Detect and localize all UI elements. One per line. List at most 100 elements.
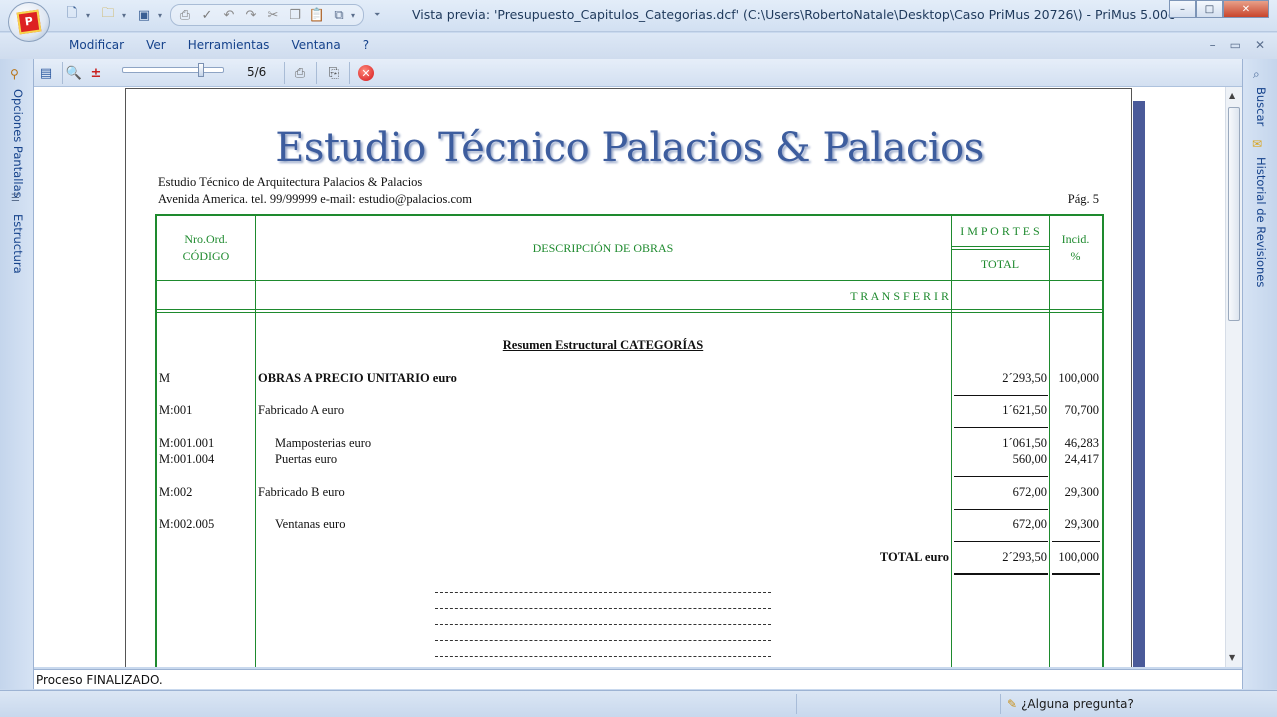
row-incid: 100,000 — [1058, 371, 1099, 385]
process-status-text: Proceso FINALIZADO. — [36, 673, 163, 687]
page-shadow — [1133, 101, 1145, 667]
customize-toolbar-icon[interactable]: ⏷ — [374, 10, 382, 20]
dropdown-arrow-icon[interactable]: ▾ — [122, 11, 130, 20]
minimize-button[interactable]: – — [1169, 0, 1196, 18]
structure-icon: ☰ — [11, 193, 20, 204]
row-code: M:002.005 — [159, 517, 215, 531]
open-folder-icon[interactable]: 🗀 — [98, 5, 118, 25]
close-button[interactable]: ✕ — [1223, 0, 1269, 18]
header-nro-ord: Nro.Ord. — [184, 232, 228, 246]
row-divider — [157, 309, 1102, 310]
header-total: TOTAL — [980, 257, 1020, 271]
cut-icon[interactable]: ✂ — [263, 5, 283, 25]
preview-toolbar: ▤ 🔍 ± 5/6 ⎙ ⎘ ✕ — [34, 59, 1242, 87]
menu-ver[interactable]: Ver — [135, 38, 177, 52]
grand-total-value: 2´293,50 — [1002, 550, 1047, 564]
window-controls: – □ ✕ — [1169, 0, 1269, 18]
scrollbar-thumb[interactable] — [1228, 107, 1240, 321]
header-line-1: Estudio Técnico de Arquitectura Palacios… — [158, 175, 423, 189]
maximize-button[interactable]: □ — [1196, 0, 1223, 18]
main-menu: Modificar Ver Herramientas Ventana ? — [58, 38, 380, 52]
toolbar-separator — [349, 62, 350, 84]
page-number: Pág. 5 — [1067, 192, 1099, 206]
print-preview-area: Estudio Técnico Palacios & Palacios Estu… — [34, 87, 1225, 667]
menu-modificar[interactable]: Modificar — [58, 38, 135, 52]
subtotal-line — [954, 395, 1048, 396]
subtotal-line — [1052, 541, 1100, 542]
print-icon[interactable]: ⎙ — [175, 5, 195, 25]
zoom-icon[interactable]: 🔍 — [64, 63, 84, 83]
redo-icon[interactable]: ↷ — [241, 5, 261, 25]
zoom-slider[interactable] — [122, 63, 224, 77]
app-menu-button[interactable]: P — [8, 2, 50, 42]
tab-buscar[interactable]: Buscar — [1254, 87, 1268, 126]
scroll-up-arrow-icon[interactable]: ▲ — [1229, 91, 1235, 100]
transferir-label: T R A N S F E R I R — [850, 289, 949, 303]
special-paste-icon[interactable]: ⧉ — [329, 5, 349, 25]
scroll-down-arrow-icon[interactable]: ▼ — [1229, 653, 1235, 662]
row-code: M — [159, 371, 171, 385]
paste-icon[interactable]: 📋 — [307, 5, 327, 25]
help-text: ¿Alguna pregunta? — [1021, 697, 1134, 711]
pin-icon[interactable]: ⚲ — [10, 67, 19, 81]
new-document-icon[interactable]: 🗋 — [62, 5, 82, 25]
tab-opciones-pantallas[interactable]: Opciones Pantallas — [11, 89, 25, 198]
vertical-scrollbar[interactable]: ▲ ▼ — [1225, 87, 1242, 667]
menu-herramientas[interactable]: Herramientas — [177, 38, 281, 52]
close-preview-button[interactable]: ✕ — [356, 63, 376, 83]
row-code: M:002 — [159, 485, 193, 499]
process-status-bar: Proceso FINALIZADO. — [34, 669, 1242, 689]
grand-total-incid: 100,000 — [1058, 550, 1099, 564]
header-importes: I M P O R T E S — [960, 224, 1040, 238]
help-icon: ✎ — [1007, 697, 1018, 711]
dashed-line — [435, 608, 771, 609]
row-total: 672,00 — [1012, 517, 1047, 531]
page-indicator: 5/6 — [247, 65, 267, 79]
section-title: Resumen Estructural CATEGORÍAS — [502, 338, 704, 352]
dropdown-arrow-icon[interactable]: ▾ — [351, 11, 359, 20]
title-bar: 🗋 ▾ 🗀 ▾ ▣ ▾ ⎙ ✓ ↶ ↷ ✂ ❐ 📋 ⧉ ▾ ⏷ Vista pr… — [0, 0, 1277, 32]
quick-access-toolbar: 🗋 ▾ 🗀 ▾ ▣ ▾ ⎙ ✓ ↶ ↷ ✂ ❐ 📋 ⧉ ▾ ⏷ — [56, 4, 382, 26]
row-description: Mamposterias euro — [275, 436, 372, 450]
undo-icon[interactable]: ↶ — [219, 5, 239, 25]
search-icon[interactable]: ⌕ — [1253, 67, 1260, 82]
row-total: 1´621,50 — [1002, 403, 1047, 417]
document-page: Estudio Técnico Palacios & Palacios Estu… — [125, 88, 1132, 667]
page-view-icon[interactable]: ▤ — [36, 63, 56, 83]
document-window-controls: – ▭ ✕ — [1210, 38, 1265, 52]
row-incid: 70,700 — [1064, 403, 1099, 417]
row-description: Fabricado A euro — [258, 403, 345, 417]
zoom-in-icon[interactable]: ± — [86, 63, 106, 83]
right-side-panel: ⌕ Buscar ✉ Historial de Revisiones — [1242, 59, 1277, 689]
toolbar-separator — [284, 62, 285, 84]
print-icon[interactable]: ⎙ — [290, 63, 310, 83]
zoom-slider-thumb[interactable] — [197, 63, 204, 77]
row-description: OBRAS A PRECIO UNITARIO euro — [258, 371, 457, 385]
help-search-box[interactable]: ✎ ¿Alguna pregunta? — [1000, 694, 1238, 714]
header-descripcion: DESCRIPCIÓN DE OBRAS — [532, 241, 674, 255]
tab-historial-revisiones[interactable]: Historial de Revisiones — [1254, 157, 1268, 287]
row-divider — [157, 280, 1102, 281]
doc-restore-button[interactable]: ▭ — [1230, 38, 1241, 52]
save-icon[interactable]: ▣ — [134, 5, 154, 25]
row-incid: 29,300 — [1064, 517, 1099, 531]
row-description: Ventanas euro — [275, 517, 346, 531]
menu-bar: Modificar Ver Herramientas Ventana ? – ▭… — [0, 33, 1277, 59]
budget-table: Nro.Ord. CÓDIGO DESCRIPCIÓN DE OBRAS I M… — [155, 214, 1104, 667]
copy-icon[interactable]: ❐ — [285, 5, 305, 25]
tab-estructura[interactable]: Estructura — [11, 214, 25, 274]
row-incid: 46,283 — [1064, 436, 1099, 450]
doc-close-button[interactable]: ✕ — [1255, 38, 1265, 52]
bottom-status-bar: ✎ ¿Alguna pregunta? — [0, 690, 1277, 717]
row-incid: 29,300 — [1064, 485, 1099, 499]
spellcheck-icon[interactable]: ✓ — [197, 5, 217, 25]
row-total: 1´061,50 — [1002, 436, 1047, 450]
doc-minimize-button[interactable]: – — [1210, 38, 1216, 52]
edit-tools-group: ⎙ ✓ ↶ ↷ ✂ ❐ 📋 ⧉ ▾ — [170, 4, 364, 26]
dropdown-arrow-icon[interactable]: ▾ — [158, 11, 166, 20]
menu-help[interactable]: ? — [352, 38, 380, 52]
menu-ventana[interactable]: Ventana — [280, 38, 351, 52]
export-icon[interactable]: ⎘ — [324, 63, 344, 83]
subtotal-line — [954, 541, 1048, 542]
dropdown-arrow-icon[interactable]: ▾ — [86, 11, 94, 20]
